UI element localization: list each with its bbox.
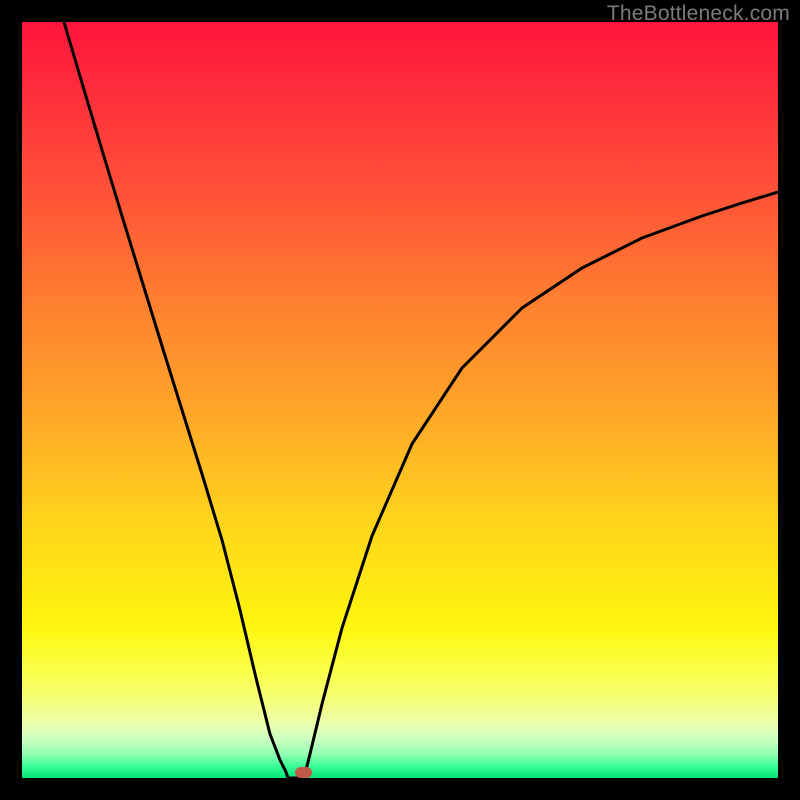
chart-frame: TheBottleneck.com [0,0,800,800]
optimal-point-marker [295,767,312,778]
bottleneck-curve [22,22,778,778]
plot-area [22,22,778,778]
curve-path [64,22,778,778]
watermark-text: TheBottleneck.com [607,2,790,26]
